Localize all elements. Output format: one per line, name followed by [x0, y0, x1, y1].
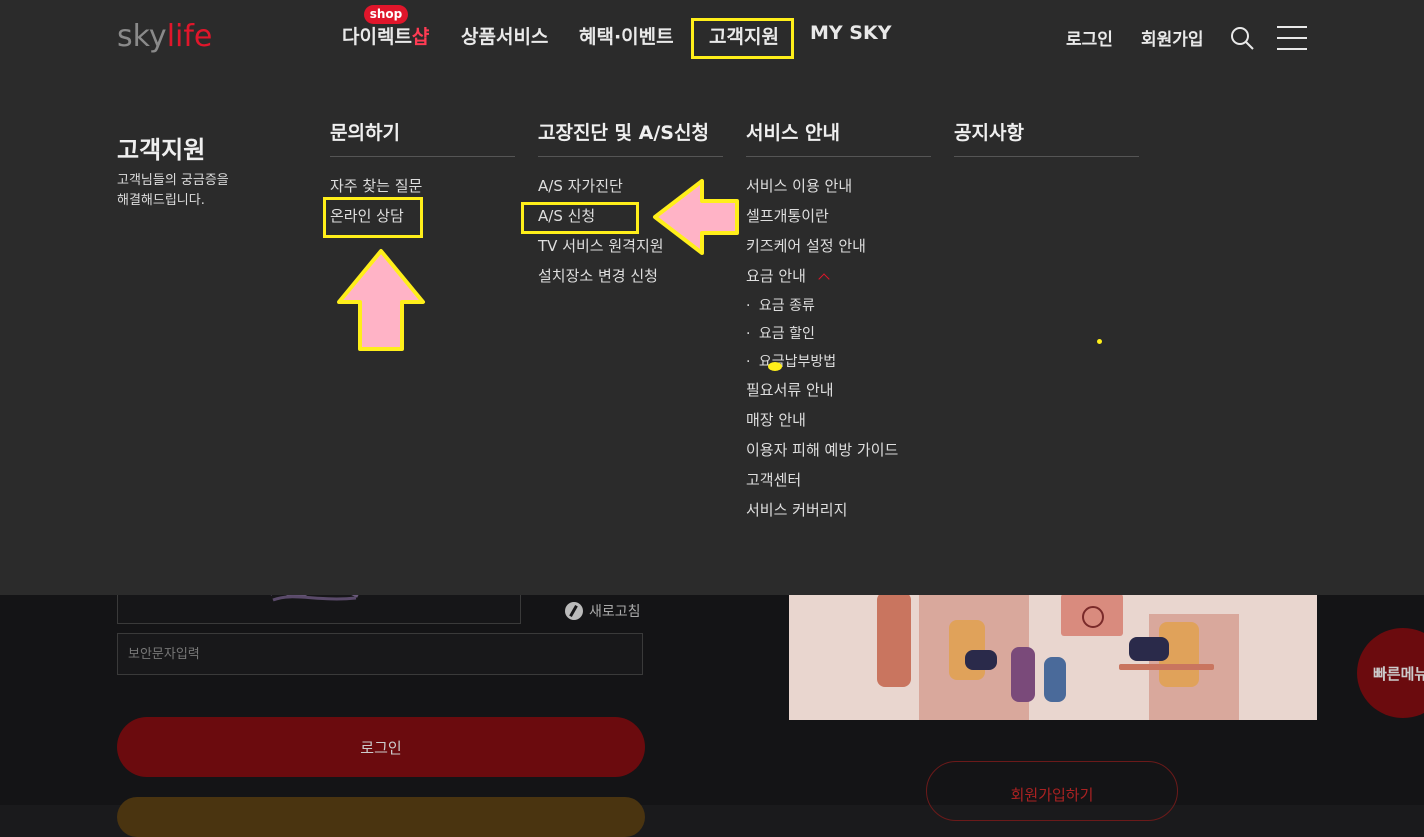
menu-item-store-guide[interactable]: 매장 안내 — [746, 410, 931, 440]
menu-item-relocation[interactable]: 설치장소 변경 신청 — [538, 266, 723, 296]
mega-menu: skylife shop 다이렉트샵 상품서비스 혜택·이벤트 고객지원 MY … — [0, 0, 1424, 595]
support-illustration — [789, 592, 1317, 720]
logo-sky: sky — [117, 19, 167, 54]
menu-item-customer-center[interactable]: 고객센터 — [746, 470, 931, 500]
menu-item-coverage[interactable]: 서비스 커버리지 — [746, 500, 931, 530]
hamburger-menu-icon[interactable] — [1277, 26, 1307, 50]
left-arrow-annotation — [653, 179, 739, 255]
desc-line-2: 해결해드립니다. — [117, 193, 205, 208]
column-heading-inquiry[interactable]: 문의하기 — [330, 118, 515, 157]
login-button[interactable]: 로그인 — [117, 717, 645, 777]
menu-item-kidscare[interactable]: 키즈케어 설정 안내 — [746, 236, 931, 266]
highlight-box-online-consult — [323, 197, 423, 238]
secondary-login-button[interactable] — [117, 797, 645, 837]
menu-item-fee-guide[interactable]: 요금 안내 — [746, 266, 931, 296]
login-link[interactable]: 로그인 — [1066, 25, 1113, 50]
column-heading-notice[interactable]: 공지사항 — [954, 118, 1139, 157]
annotation-dot-small — [1097, 339, 1102, 344]
join-button[interactable]: 회원가입하기 — [926, 761, 1178, 821]
refresh-icon — [565, 602, 583, 620]
highlight-box-support — [691, 18, 794, 59]
column-heading-as[interactable]: 고장진단 및 A/S신청 — [538, 118, 723, 157]
menu-column-notice: 공지사항 — [954, 118, 1139, 157]
refresh-label: 새로고침 — [589, 604, 641, 620]
skylife-logo[interactable]: skylife — [117, 19, 212, 54]
submenu-item-fee-types[interactable]: 요금 종류 — [746, 296, 931, 324]
column-heading-service-guide[interactable]: 서비스 안내 — [746, 118, 931, 157]
mega-menu-title: 고객지원 — [117, 136, 206, 164]
refresh-button[interactable]: 새로고침 — [565, 601, 641, 621]
nav-direct-label: 다이렉트 — [342, 26, 412, 48]
menu-item-required-docs[interactable]: 필요서류 안내 — [746, 380, 931, 410]
nav-my-sky[interactable]: MY SKY — [810, 22, 891, 52]
menu-item-service-usage[interactable]: 서비스 이용 안내 — [746, 176, 931, 206]
annotation-dot — [768, 362, 782, 371]
nav-shop-label: 샵 — [411, 26, 430, 48]
menu-item-self-activation[interactable]: 셀프개통이란 — [746, 206, 931, 236]
mega-menu-description: 고객님들의 궁금증을 해결해드립니다. — [117, 171, 267, 211]
quick-menu-button[interactable]: 빠른메뉴 — [1357, 628, 1424, 718]
desc-line-1: 고객님들의 궁금증을 — [117, 173, 229, 188]
submenu-item-fee-discount[interactable]: 요금 할인 — [746, 324, 931, 352]
search-icon[interactable] — [1230, 26, 1254, 50]
fee-guide-label: 요금 안내 — [746, 267, 806, 285]
up-arrow-annotation — [337, 249, 425, 351]
logo-life: life — [166, 19, 213, 54]
nav-benefit-event[interactable]: 혜택·이벤트 — [579, 22, 674, 52]
highlight-box-as-request — [521, 202, 639, 234]
chevron-up-icon — [818, 273, 830, 285]
menu-item-damage-prevention[interactable]: 이용자 피해 예방 가이드 — [746, 440, 931, 470]
captcha-input[interactable] — [117, 633, 643, 675]
nav-direct-shop[interactable]: 다이렉트샵 — [342, 22, 429, 52]
join-link[interactable]: 회원가입 — [1141, 25, 1204, 50]
menu-column-service-guide: 서비스 안내 서비스 이용 안내 셀프개통이란 키즈케어 설정 안내 요금 안내… — [746, 118, 931, 530]
nav-product-service[interactable]: 상품서비스 — [461, 22, 548, 52]
